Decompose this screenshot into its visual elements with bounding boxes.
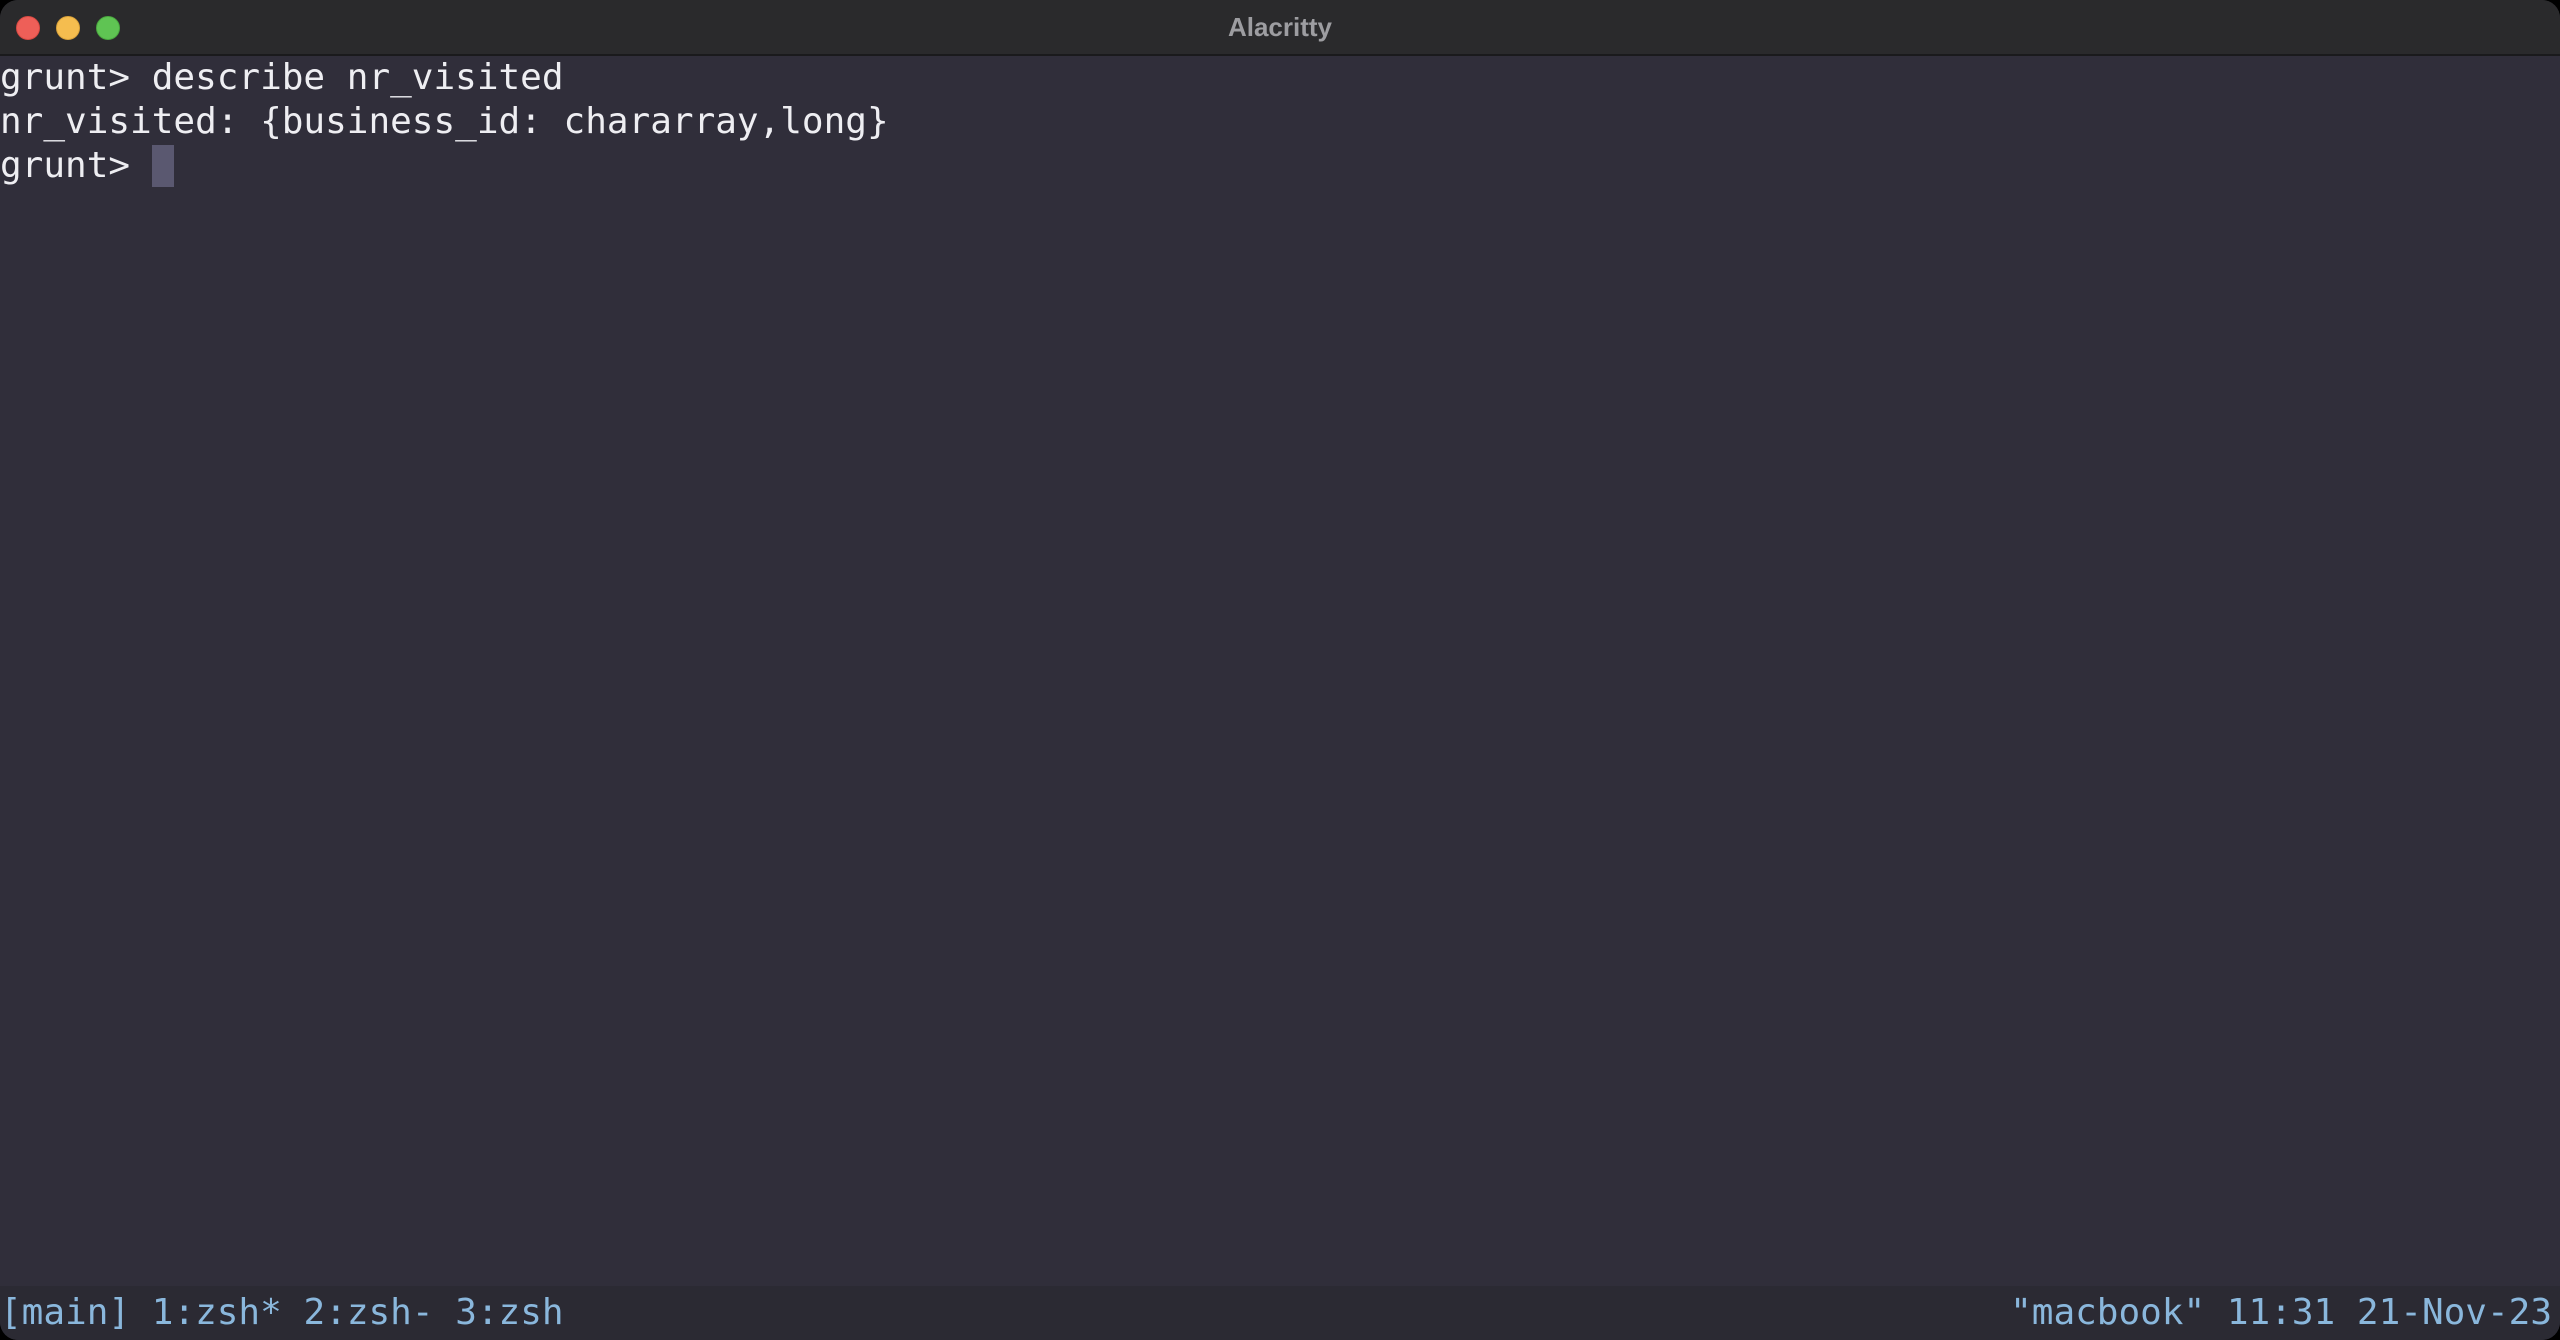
tmux-window-2[interactable]: 2:zsh- xyxy=(303,1292,433,1333)
terminal-line: nr_visited: {business_id: chararray,long… xyxy=(0,101,889,142)
window-title: Alacritty xyxy=(1227,12,1333,42)
terminal-window: Alacritty grunt> describe nr_visited nr_… xyxy=(0,0,2560,1340)
prompt-line[interactable]: grunt> xyxy=(0,144,174,188)
clock-date: 21-Nov-23 xyxy=(2356,1292,2552,1333)
clock-time: 11:31 xyxy=(2226,1292,2336,1333)
text-cursor xyxy=(151,145,174,187)
terminal-line: grunt> describe nr_visited xyxy=(0,57,564,98)
tmux-window-1[interactable]: 1:zsh* xyxy=(152,1292,282,1333)
tmux-window-3[interactable]: 3:zsh xyxy=(455,1292,563,1333)
prompt-text: grunt> xyxy=(0,145,152,186)
tmux-status-bar: [main] 1:zsh* 2:zsh- 3:zsh "macbook" 11:… xyxy=(0,1286,2560,1340)
session-name: [main] xyxy=(0,1292,131,1333)
title-bar[interactable]: Alacritty xyxy=(0,0,2560,56)
host-name: "macbook" xyxy=(2010,1292,2206,1333)
status-left: [main] 1:zsh* 2:zsh- 3:zsh xyxy=(0,1286,564,1340)
terminal-content[interactable]: grunt> describe nr_visited nr_visited: {… xyxy=(0,56,2560,1286)
status-right: "macbook" 11:31 21-Nov-23 xyxy=(2010,1286,2552,1340)
